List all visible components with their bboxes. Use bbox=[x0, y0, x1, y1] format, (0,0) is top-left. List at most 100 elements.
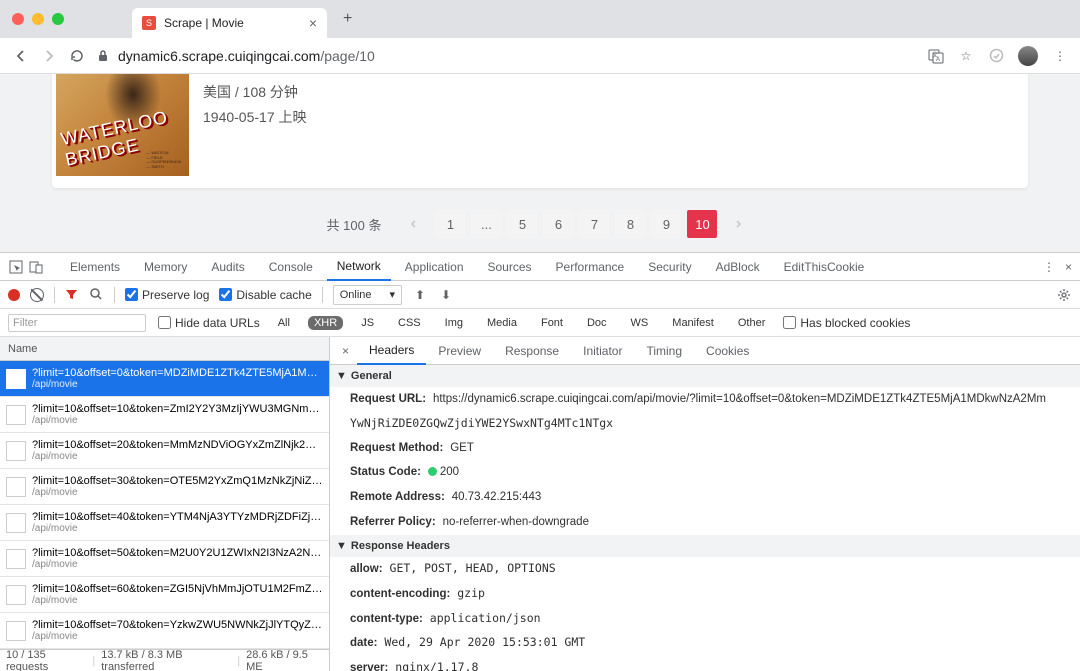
tab-memory[interactable]: Memory bbox=[134, 253, 197, 281]
throttle-select[interactable]: Online▾ bbox=[333, 285, 402, 305]
filter-other[interactable]: Other bbox=[732, 316, 772, 330]
filter-font[interactable]: Font bbox=[535, 316, 569, 330]
search-icon[interactable] bbox=[88, 287, 104, 303]
filter-media[interactable]: Media bbox=[481, 316, 523, 330]
tab-audits[interactable]: Audits bbox=[201, 253, 254, 281]
detail-tab-response[interactable]: Response bbox=[493, 337, 571, 365]
pagination-prev[interactable] bbox=[399, 210, 429, 238]
extension-icon[interactable] bbox=[988, 48, 1004, 64]
settings-icon[interactable] bbox=[1056, 287, 1072, 303]
movie-meta-line1: 美国 / 108 分钟 bbox=[203, 80, 307, 105]
close-tab-icon[interactable]: × bbox=[309, 15, 317, 31]
request-list-header[interactable]: Name bbox=[0, 337, 329, 361]
filter-css[interactable]: CSS bbox=[392, 316, 427, 330]
section-general[interactable]: ▼General bbox=[330, 365, 1080, 387]
back-button[interactable] bbox=[12, 48, 30, 64]
movie-card: WATERLOO BRIDGE — WATSON— FIELD— OUSPENS… bbox=[52, 74, 1028, 188]
movie-meta-line2: 1940-05-17 上映 bbox=[203, 105, 307, 130]
tab-sources[interactable]: Sources bbox=[478, 253, 542, 281]
request-row[interactable]: ?limit=10&offset=50&token=M2U0Y2U1ZWIxN2… bbox=[0, 541, 329, 577]
close-window-button[interactable] bbox=[12, 13, 24, 25]
bookmark-icon[interactable]: ☆ bbox=[958, 48, 974, 64]
toolbar-right: 文A ☆ ⋮ bbox=[928, 46, 1068, 66]
pagination-page-5[interactable]: 5 bbox=[507, 210, 537, 238]
general-referrer: Referrer Policy: no-referrer-when-downgr… bbox=[330, 510, 1080, 535]
filter-icon[interactable] bbox=[65, 288, 78, 301]
download-icon[interactable]: ⬇ bbox=[438, 287, 454, 303]
detail-tab-preview[interactable]: Preview bbox=[426, 337, 493, 365]
pagination: 共 100 条 1 ... 5 6 7 8 9 10 bbox=[0, 210, 1080, 238]
request-row[interactable]: ?limit=10&offset=10&token=ZmI2Y2Y3MzIjYW… bbox=[0, 397, 329, 433]
disable-cache-checkbox[interactable]: Disable cache bbox=[219, 288, 311, 302]
status-count: 10 / 135 requests bbox=[6, 649, 86, 671]
pagination-ellipsis[interactable]: ... bbox=[471, 210, 501, 238]
pagination-next[interactable] bbox=[723, 210, 753, 238]
upload-icon[interactable]: ⬆ bbox=[412, 287, 428, 303]
tab-network[interactable]: Network bbox=[327, 253, 391, 281]
filter-input[interactable]: Filter bbox=[8, 314, 146, 332]
menu-icon[interactable]: ⋮ bbox=[1052, 48, 1068, 64]
general-status: Status Code: 200 bbox=[330, 460, 1080, 485]
new-tab-button[interactable]: + bbox=[343, 10, 352, 28]
close-details-icon[interactable]: × bbox=[334, 344, 357, 358]
pagination-page-6[interactable]: 6 bbox=[543, 210, 573, 238]
request-rows[interactable]: ?limit=10&offset=0&token=MDZiMDE1ZTk4ZTE… bbox=[0, 361, 329, 649]
tab-adblock[interactable]: AdBlock bbox=[706, 253, 770, 281]
inspect-icon[interactable] bbox=[8, 259, 24, 275]
clear-button[interactable] bbox=[30, 288, 44, 302]
filter-xhr[interactable]: XHR bbox=[308, 316, 343, 330]
url-host: dynamic6.scrape.cuiqingcai.com bbox=[118, 48, 320, 64]
browser-tab[interactable]: S Scrape | Movie × bbox=[132, 8, 327, 38]
detail-tab-timing[interactable]: Timing bbox=[634, 337, 694, 365]
tab-performance[interactable]: Performance bbox=[546, 253, 635, 281]
tab-console[interactable]: Console bbox=[259, 253, 323, 281]
request-row[interactable]: ?limit=10&offset=40&token=YTM4NjA3YTYzMD… bbox=[0, 505, 329, 541]
has-blocked-cookies-checkbox[interactable]: Has blocked cookies bbox=[783, 316, 910, 330]
request-row[interactable]: ?limit=10&offset=0&token=MDZiMDE1ZTk4ZTE… bbox=[0, 361, 329, 397]
request-row[interactable]: ?limit=10&offset=20&token=MmMzNDViOGYxZm… bbox=[0, 433, 329, 469]
devtools-more-icon[interactable]: ⋮ bbox=[1043, 260, 1055, 274]
forward-button[interactable] bbox=[40, 48, 58, 64]
pagination-page-1[interactable]: 1 bbox=[435, 210, 465, 238]
filter-ws[interactable]: WS bbox=[625, 316, 655, 330]
traffic-lights bbox=[12, 13, 64, 25]
request-row[interactable]: ?limit=10&offset=60&token=ZGI5NjVhMmJjOT… bbox=[0, 577, 329, 613]
preserve-log-checkbox[interactable]: Preserve log bbox=[125, 288, 209, 302]
device-icon[interactable] bbox=[28, 259, 44, 275]
poster-credits: — WATSON— FIELD— OUSPENSKAYA— SMITH bbox=[146, 151, 181, 170]
detail-tab-cookies[interactable]: Cookies bbox=[694, 337, 761, 365]
pagination-page-9[interactable]: 9 bbox=[651, 210, 681, 238]
tab-elements[interactable]: Elements bbox=[60, 253, 130, 281]
address-bar[interactable]: dynamic6.scrape.cuiqingcai.com/page/10 bbox=[96, 48, 918, 64]
pagination-total: 共 100 条 bbox=[327, 215, 382, 234]
pagination-page-7[interactable]: 7 bbox=[579, 210, 609, 238]
minimize-window-button[interactable] bbox=[32, 13, 44, 25]
request-row[interactable]: ?limit=10&offset=70&token=YzkwZWU5NWNkZj… bbox=[0, 613, 329, 649]
file-icon bbox=[6, 405, 26, 425]
tab-security[interactable]: Security bbox=[638, 253, 701, 281]
section-response-headers[interactable]: ▼Response Headers bbox=[330, 535, 1080, 557]
reload-button[interactable] bbox=[68, 48, 86, 64]
filter-manifest[interactable]: Manifest bbox=[666, 316, 720, 330]
response-header-row: date: Wed, 29 Apr 2020 15:53:01 GMT bbox=[330, 631, 1080, 656]
filter-doc[interactable]: Doc bbox=[581, 316, 613, 330]
detail-tab-headers[interactable]: Headers bbox=[357, 337, 426, 365]
tab-editthiscookie[interactable]: EditThisCookie bbox=[774, 253, 875, 281]
record-button[interactable] bbox=[8, 289, 20, 301]
filter-js[interactable]: JS bbox=[355, 316, 380, 330]
maximize-window-button[interactable] bbox=[52, 13, 64, 25]
hide-data-urls-checkbox[interactable]: Hide data URLs bbox=[158, 316, 260, 330]
translate-icon[interactable]: 文A bbox=[928, 48, 944, 64]
detail-tab-initiator[interactable]: Initiator bbox=[571, 337, 634, 365]
filter-img[interactable]: Img bbox=[439, 316, 469, 330]
tab-title: Scrape | Movie bbox=[164, 16, 301, 30]
pagination-page-8[interactable]: 8 bbox=[615, 210, 645, 238]
general-remote: Remote Address: 40.73.42.215:443 bbox=[330, 485, 1080, 510]
pagination-page-10[interactable]: 10 bbox=[687, 210, 717, 238]
movie-poster[interactable]: WATERLOO BRIDGE — WATSON— FIELD— OUSPENS… bbox=[56, 74, 189, 176]
filter-all[interactable]: All bbox=[272, 316, 296, 330]
tab-application[interactable]: Application bbox=[395, 253, 474, 281]
profile-avatar[interactable] bbox=[1018, 46, 1038, 66]
devtools-close-icon[interactable]: × bbox=[1065, 260, 1072, 274]
request-row[interactable]: ?limit=10&offset=30&token=OTE5M2YxZmQ1Mz… bbox=[0, 469, 329, 505]
